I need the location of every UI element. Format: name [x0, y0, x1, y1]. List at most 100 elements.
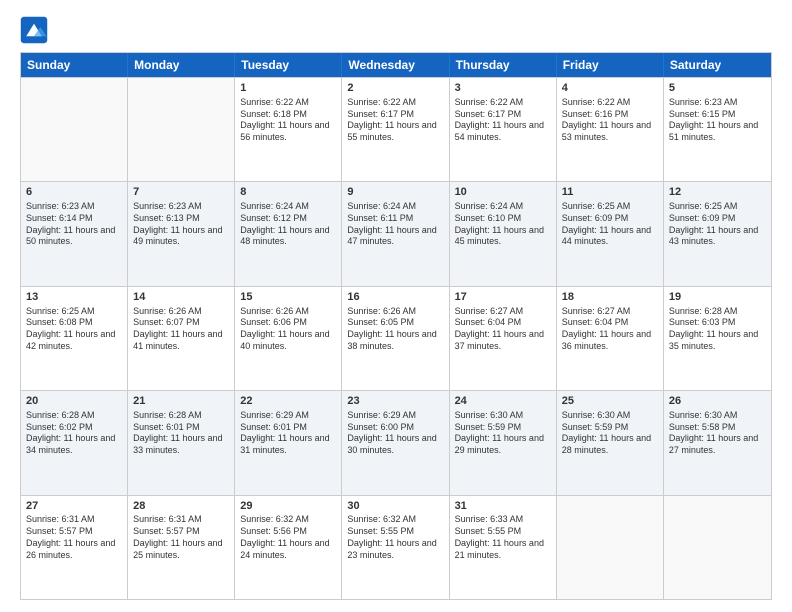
day-number: 1 — [240, 81, 336, 96]
day-header-saturday: Saturday — [664, 53, 771, 77]
cell-info: Sunrise: 6:28 AM Sunset: 6:02 PM Dayligh… — [26, 410, 122, 457]
day-number: 9 — [347, 185, 443, 200]
cell-info: Sunrise: 6:29 AM Sunset: 6:00 PM Dayligh… — [347, 410, 443, 457]
day-cell-20: 20Sunrise: 6:28 AM Sunset: 6:02 PM Dayli… — [21, 391, 128, 494]
empty-cell — [557, 496, 664, 599]
day-cell-11: 11Sunrise: 6:25 AM Sunset: 6:09 PM Dayli… — [557, 182, 664, 285]
header — [20, 16, 772, 44]
day-cell-10: 10Sunrise: 6:24 AM Sunset: 6:10 PM Dayli… — [450, 182, 557, 285]
day-cell-3: 3Sunrise: 6:22 AM Sunset: 6:17 PM Daylig… — [450, 78, 557, 181]
day-number: 11 — [562, 185, 658, 200]
day-cell-22: 22Sunrise: 6:29 AM Sunset: 6:01 PM Dayli… — [235, 391, 342, 494]
cell-info: Sunrise: 6:29 AM Sunset: 6:01 PM Dayligh… — [240, 410, 336, 457]
day-number: 30 — [347, 499, 443, 514]
day-cell-15: 15Sunrise: 6:26 AM Sunset: 6:06 PM Dayli… — [235, 287, 342, 390]
day-number: 6 — [26, 185, 122, 200]
calendar-body: 1Sunrise: 6:22 AM Sunset: 6:18 PM Daylig… — [21, 77, 771, 599]
day-number: 29 — [240, 499, 336, 514]
day-cell-29: 29Sunrise: 6:32 AM Sunset: 5:56 PM Dayli… — [235, 496, 342, 599]
day-header-monday: Monday — [128, 53, 235, 77]
calendar-header: SundayMondayTuesdayWednesdayThursdayFrid… — [21, 53, 771, 77]
day-cell-9: 9Sunrise: 6:24 AM Sunset: 6:11 PM Daylig… — [342, 182, 449, 285]
logo-icon — [20, 16, 48, 44]
day-cell-16: 16Sunrise: 6:26 AM Sunset: 6:05 PM Dayli… — [342, 287, 449, 390]
cell-info: Sunrise: 6:32 AM Sunset: 5:55 PM Dayligh… — [347, 514, 443, 561]
day-number: 5 — [669, 81, 766, 96]
day-number: 19 — [669, 290, 766, 305]
day-number: 21 — [133, 394, 229, 409]
calendar-row-0: 1Sunrise: 6:22 AM Sunset: 6:18 PM Daylig… — [21, 77, 771, 181]
cell-info: Sunrise: 6:27 AM Sunset: 6:04 PM Dayligh… — [455, 306, 551, 353]
cell-info: Sunrise: 6:22 AM Sunset: 6:17 PM Dayligh… — [455, 97, 551, 144]
day-number: 20 — [26, 394, 122, 409]
day-number: 28 — [133, 499, 229, 514]
day-cell-4: 4Sunrise: 6:22 AM Sunset: 6:16 PM Daylig… — [557, 78, 664, 181]
day-cell-26: 26Sunrise: 6:30 AM Sunset: 5:58 PM Dayli… — [664, 391, 771, 494]
day-number: 3 — [455, 81, 551, 96]
cell-info: Sunrise: 6:22 AM Sunset: 6:18 PM Dayligh… — [240, 97, 336, 144]
day-number: 13 — [26, 290, 122, 305]
day-cell-25: 25Sunrise: 6:30 AM Sunset: 5:59 PM Dayli… — [557, 391, 664, 494]
day-header-thursday: Thursday — [450, 53, 557, 77]
day-number: 16 — [347, 290, 443, 305]
calendar-page: SundayMondayTuesdayWednesdayThursdayFrid… — [0, 0, 792, 612]
day-number: 23 — [347, 394, 443, 409]
day-cell-21: 21Sunrise: 6:28 AM Sunset: 6:01 PM Dayli… — [128, 391, 235, 494]
cell-info: Sunrise: 6:31 AM Sunset: 5:57 PM Dayligh… — [133, 514, 229, 561]
day-cell-6: 6Sunrise: 6:23 AM Sunset: 6:14 PM Daylig… — [21, 182, 128, 285]
cell-info: Sunrise: 6:23 AM Sunset: 6:13 PM Dayligh… — [133, 201, 229, 248]
day-cell-23: 23Sunrise: 6:29 AM Sunset: 6:00 PM Dayli… — [342, 391, 449, 494]
day-header-sunday: Sunday — [21, 53, 128, 77]
cell-info: Sunrise: 6:30 AM Sunset: 5:58 PM Dayligh… — [669, 410, 766, 457]
day-number: 4 — [562, 81, 658, 96]
day-number: 18 — [562, 290, 658, 305]
day-header-tuesday: Tuesday — [235, 53, 342, 77]
day-number: 24 — [455, 394, 551, 409]
cell-info: Sunrise: 6:24 AM Sunset: 6:11 PM Dayligh… — [347, 201, 443, 248]
day-number: 15 — [240, 290, 336, 305]
day-cell-27: 27Sunrise: 6:31 AM Sunset: 5:57 PM Dayli… — [21, 496, 128, 599]
day-number: 27 — [26, 499, 122, 514]
cell-info: Sunrise: 6:24 AM Sunset: 6:10 PM Dayligh… — [455, 201, 551, 248]
cell-info: Sunrise: 6:25 AM Sunset: 6:08 PM Dayligh… — [26, 306, 122, 353]
calendar-row-3: 20Sunrise: 6:28 AM Sunset: 6:02 PM Dayli… — [21, 390, 771, 494]
empty-cell — [21, 78, 128, 181]
cell-info: Sunrise: 6:30 AM Sunset: 5:59 PM Dayligh… — [562, 410, 658, 457]
calendar-row-4: 27 Sunrise: 6:31 AM Sunset: 5:57 PM Dayli… — [21, 495, 771, 599]
day-number: 25 — [562, 394, 658, 409]
day-cell-30: 30Sunrise: 6:32 AM Sunset: 5:55 PM Dayli… — [342, 496, 449, 599]
day-cell-18: 18Sunrise: 6:27 AM Sunset: 6:04 PM Dayli… — [557, 287, 664, 390]
day-number: 26 — [669, 394, 766, 409]
day-number: 17 — [455, 290, 551, 305]
cell-info: Sunrise: 6:30 AM Sunset: 5:59 PM Dayligh… — [455, 410, 551, 457]
day-number: 22 — [240, 394, 336, 409]
logo — [20, 16, 52, 44]
cell-info: Sunrise: 6:25 AM Sunset: 6:09 PM Dayligh… — [669, 201, 766, 248]
day-cell-31: 31Sunrise: 6:33 AM Sunset: 5:55 PM Dayli… — [450, 496, 557, 599]
cell-info: Sunrise: 6:27 AM Sunset: 6:04 PM Dayligh… — [562, 306, 658, 353]
day-cell-17: 17Sunrise: 6:27 AM Sunset: 6:04 PM Dayli… — [450, 287, 557, 390]
day-cell-8: 8Sunrise: 6:24 AM Sunset: 6:12 PM Daylig… — [235, 182, 342, 285]
day-cell-24: 24Sunrise: 6:30 AM Sunset: 5:59 PM Dayli… — [450, 391, 557, 494]
day-cell-2: 2Sunrise: 6:22 AM Sunset: 6:17 PM Daylig… — [342, 78, 449, 181]
cell-info: Sunrise: 6:23 AM Sunset: 6:15 PM Dayligh… — [669, 97, 766, 144]
empty-cell — [664, 496, 771, 599]
day-header-friday: Friday — [557, 53, 664, 77]
cell-info: Sunrise: 6:32 AM Sunset: 5:56 PM Dayligh… — [240, 514, 336, 561]
empty-cell — [128, 78, 235, 181]
day-number: 10 — [455, 185, 551, 200]
day-cell-12: 12Sunrise: 6:25 AM Sunset: 6:09 PM Dayli… — [664, 182, 771, 285]
cell-info: Sunrise: 6:28 AM Sunset: 6:01 PM Dayligh… — [133, 410, 229, 457]
cell-info: Sunrise: 6:22 AM Sunset: 6:16 PM Dayligh… — [562, 97, 658, 144]
day-header-wednesday: Wednesday — [342, 53, 449, 77]
day-number: 2 — [347, 81, 443, 96]
day-cell-19: 19Sunrise: 6:28 AM Sunset: 6:03 PM Dayli… — [664, 287, 771, 390]
cell-info: Sunrise: 6:26 AM Sunset: 6:05 PM Dayligh… — [347, 306, 443, 353]
cell-info: Sunrise: 6:26 AM Sunset: 6:07 PM Dayligh… — [133, 306, 229, 353]
cell-info: Sunrise: 6:25 AM Sunset: 6:09 PM Dayligh… — [562, 201, 658, 248]
cell-info: Sunrise: 6:33 AM Sunset: 5:55 PM Dayligh… — [455, 514, 551, 561]
day-number: 12 — [669, 185, 766, 200]
day-cell-5: 5Sunrise: 6:23 AM Sunset: 6:15 PM Daylig… — [664, 78, 771, 181]
cell-info: Sunrise: 6:23 AM Sunset: 6:14 PM Dayligh… — [26, 201, 122, 248]
day-cell-13: 13Sunrise: 6:25 AM Sunset: 6:08 PM Dayli… — [21, 287, 128, 390]
